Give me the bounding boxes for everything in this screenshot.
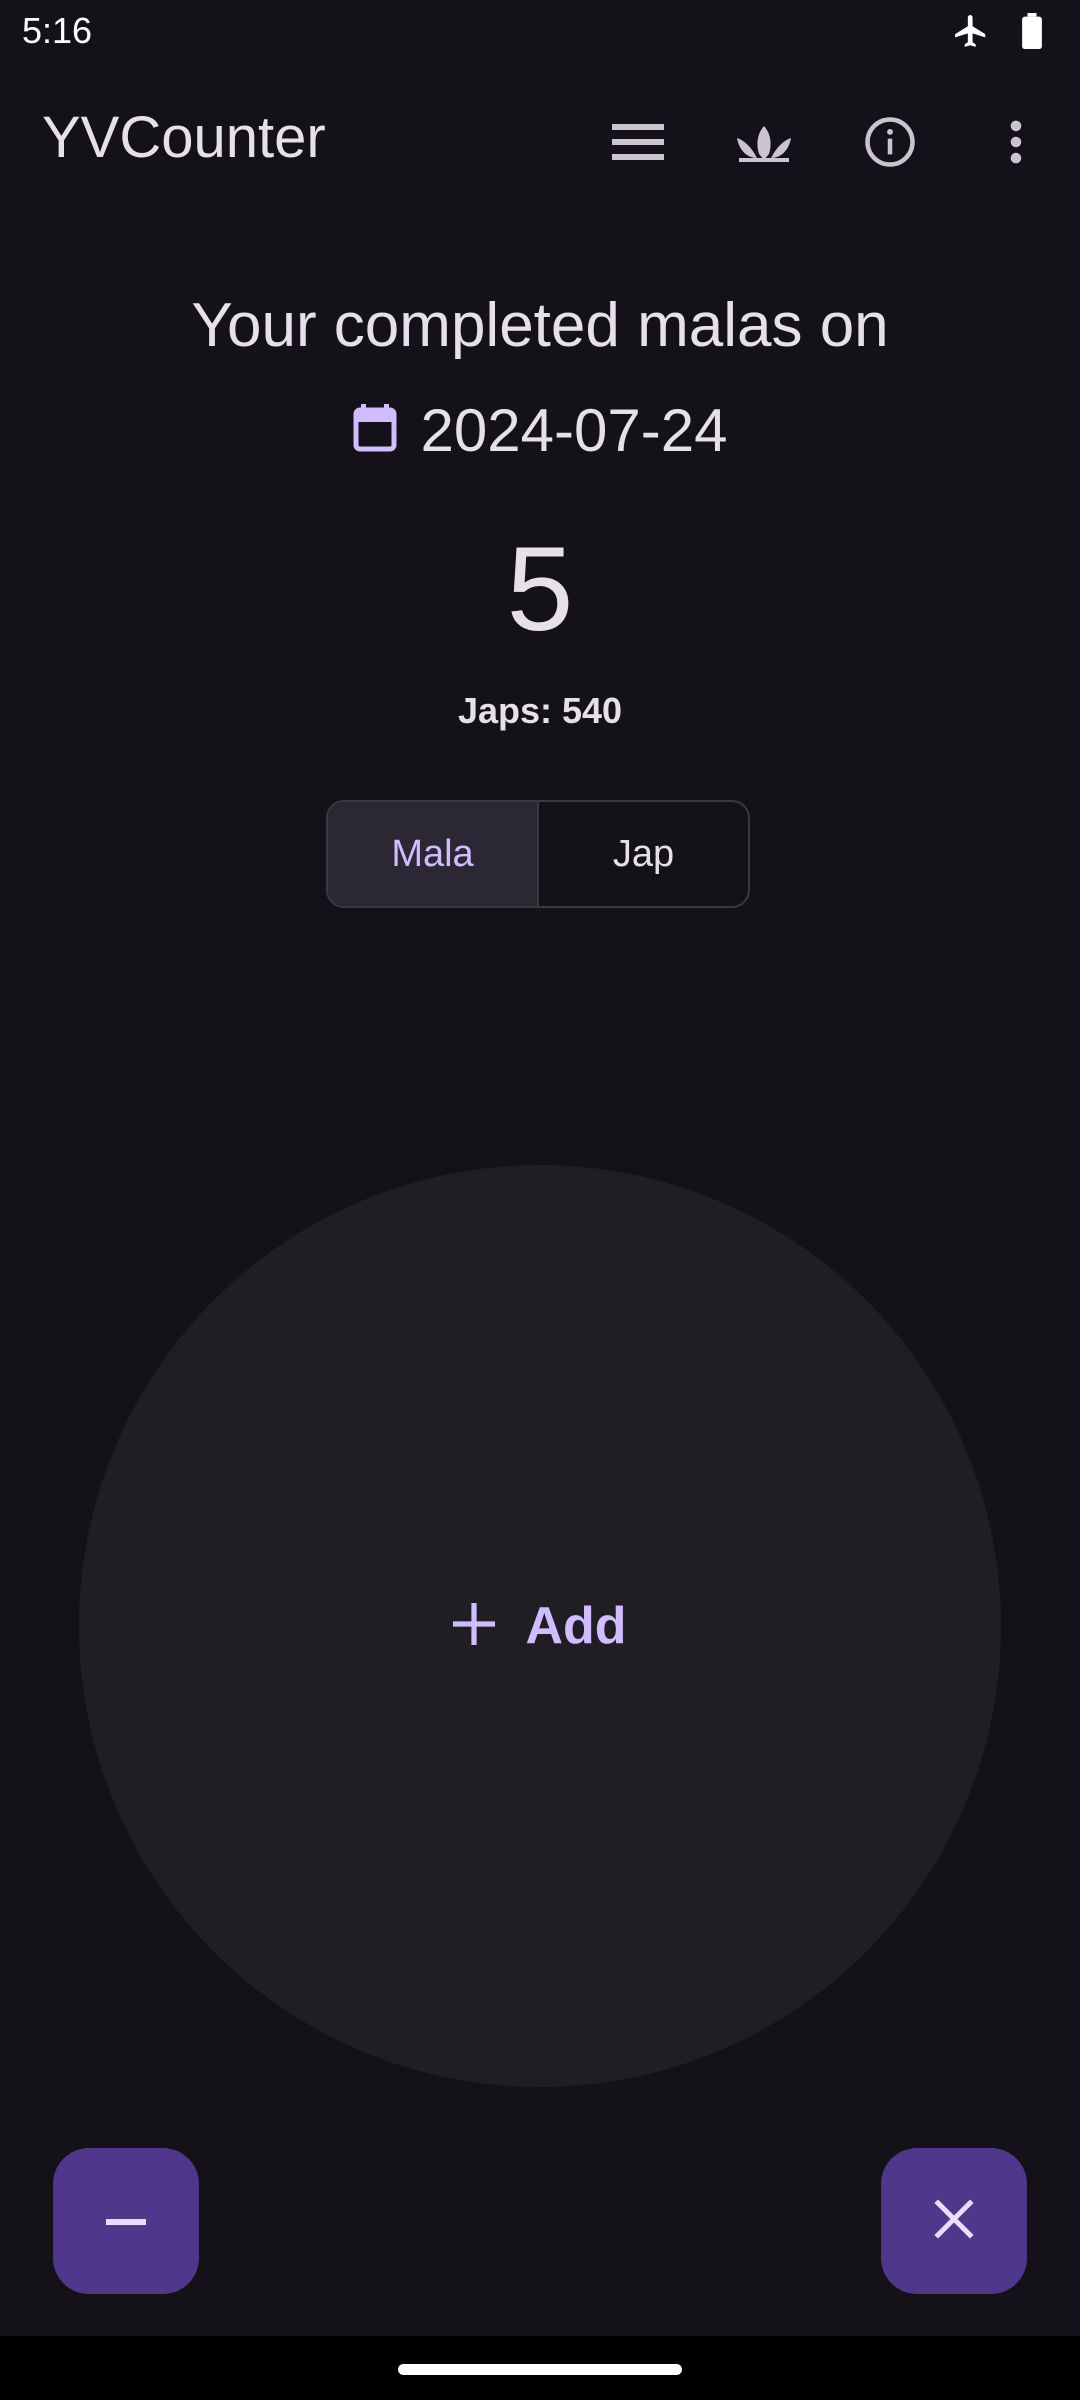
more-vert-icon (1008, 119, 1024, 170)
navigation-bar (0, 2336, 1080, 2400)
plus-icon (453, 1602, 496, 1650)
info-icon (863, 115, 917, 174)
screen: 5:16 YVCounter Your completed malas on 2… (0, 0, 1080, 2400)
more-options-button[interactable] (968, 96, 1064, 192)
status-time: 5:16 (22, 10, 93, 51)
date-picker[interactable]: 2024-07-24 (0, 396, 1080, 465)
calendar-icon (353, 404, 397, 457)
close-icon (934, 2198, 974, 2244)
status-bar: 5:16 (0, 0, 1080, 64)
date-text: 2024-07-24 (420, 397, 728, 464)
add-label: Add (525, 1597, 627, 1655)
lotus-icon (735, 122, 793, 167)
list-button[interactable] (590, 96, 686, 192)
japs-count: Japs: 540 (457, 690, 623, 731)
page-title: Your completed malas on (191, 291, 889, 360)
decrement-button[interactable] (53, 2148, 199, 2294)
mode-segmented-button: Mala Jap (326, 800, 750, 908)
app-title: YVCounter (42, 105, 326, 170)
reset-button[interactable] (881, 2148, 1027, 2294)
mala-count: 5 (506, 522, 574, 656)
airplane-icon (952, 12, 990, 55)
status-icons (952, 12, 1044, 55)
home-gesture-handle[interactable] (398, 2364, 682, 2375)
lotus-button[interactable] (716, 96, 812, 192)
segment-mala[interactable]: Mala (328, 802, 539, 906)
app-actions (590, 96, 1080, 192)
list-icon (612, 122, 664, 167)
minus-icon (106, 2212, 146, 2230)
battery-icon (1020, 13, 1044, 54)
app-bar: YVCounter (0, 74, 1080, 198)
add-button[interactable]: Add (79, 1165, 1001, 2087)
info-button[interactable] (842, 96, 938, 192)
segment-jap[interactable]: Jap (539, 802, 748, 906)
